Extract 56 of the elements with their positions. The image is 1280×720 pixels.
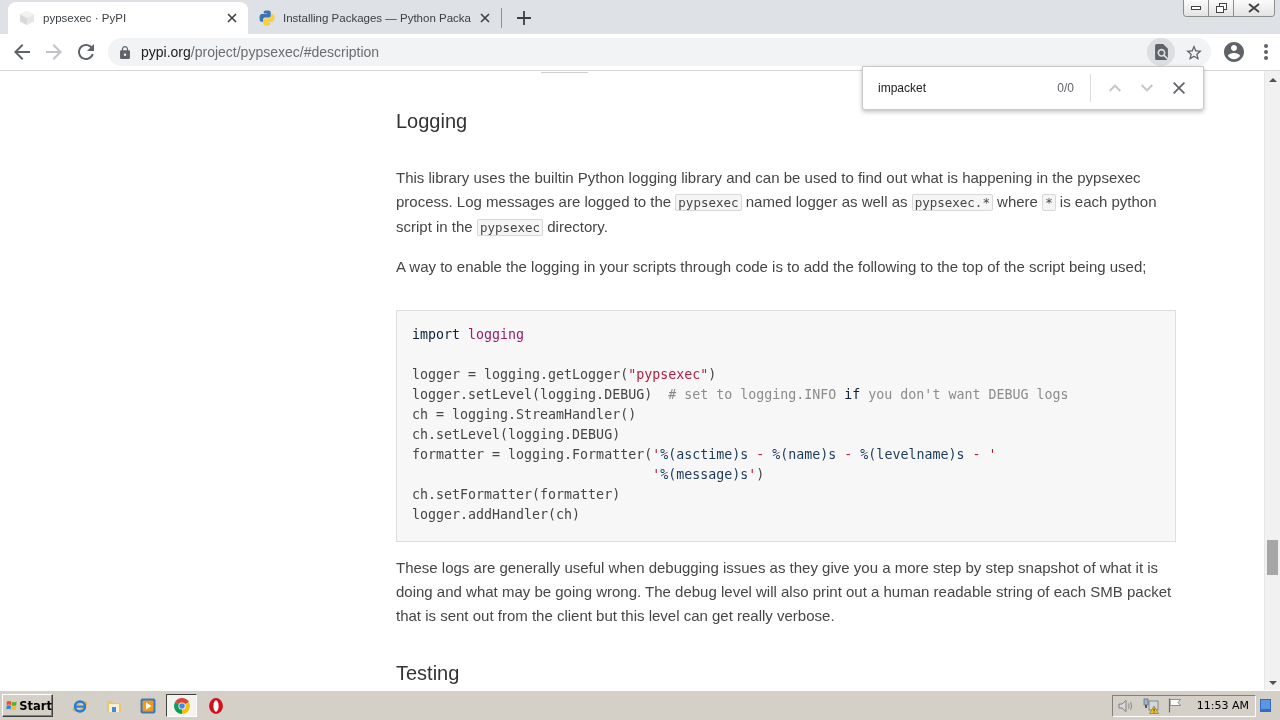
code-line: logger.addHandler(ch) [412, 506, 582, 524]
find-in-page-icon [1154, 44, 1168, 60]
close-window-button[interactable] [1234, 0, 1274, 16]
ring-logo-icon [173, 697, 190, 714]
flag-icon[interactable] [1167, 698, 1182, 713]
close-icon [479, 13, 490, 23]
code-line: '%(message)s') [651, 466, 766, 484]
section-heading: Logging [396, 109, 468, 134]
code-line: ch = logging.StreamHandler() [412, 406, 638, 424]
e-globe-icon [71, 697, 88, 714]
play-icon [139, 697, 156, 714]
plus-icon [516, 11, 531, 25]
code-line: formatter = logging.Formatter('%(asctime)s - %(name)s - %(levelname)s - ' [412, 446, 998, 464]
find-in-page-button[interactable] [1147, 38, 1175, 66]
clock: 11:53 AM [1196, 699, 1249, 712]
menu-icon [1264, 44, 1268, 60]
code-line: ch.setLevel(logging.DEBUG) [412, 426, 622, 444]
start-button[interactable]: Start [2, 694, 53, 717]
o-ring-icon [208, 697, 223, 714]
snakes-logo-icon [259, 10, 275, 26]
account-icon [1224, 42, 1244, 62]
network-warning-icon[interactable] [1142, 697, 1159, 714]
lock-icon [120, 45, 130, 59]
minimize-button[interactable] [1184, 0, 1209, 16]
paragraph: This library uses the builtin Python logging library and can be used to find out what is happening in the pypsexec process. Log messages are logged to the pypsexec named logger as well as pypsexec.* where * is each python script in the pypsexec directory. [396, 168, 1158, 238]
section-heading: Testing [396, 661, 460, 686]
paragraph: A way to enable the logging in your scripts through code is to add the following to the top of the script being used; [396, 257, 1148, 277]
scroll-up-icon[interactable] [1269, 78, 1277, 82]
minimize-icon [1191, 6, 1201, 10]
match-count: 0/0 [1057, 81, 1074, 95]
windows-flag-icon [6, 698, 18, 713]
forward-arrow-icon [46, 44, 62, 60]
close-icon [1173, 82, 1185, 94]
code-line: ch.setFormatter(formatter) [412, 486, 622, 504]
back-arrow-icon [14, 44, 30, 60]
restore-icon [1215, 3, 1227, 13]
scroll-down-icon[interactable] [1269, 681, 1277, 685]
close-icon [1248, 3, 1260, 13]
browser-tab[interactable]: Installing Packages — Python Packa [248, 2, 501, 34]
code-line: import logging [412, 326, 526, 344]
address-bar[interactable]: pypi.org/project/pypsexec/#description [108, 38, 1211, 66]
taskbar-app-button[interactable] [166, 694, 197, 717]
code-line: logger = logging.getLogger("pypsexec") [412, 366, 718, 384]
star-icon [1186, 44, 1202, 60]
code-line: logger.setLevel(logging.DEBUG) # set to logging.INFO if you don't want DEBUG logs [412, 386, 1070, 404]
browser-tab[interactable]: pypsexec · PyPI [8, 2, 248, 34]
close-icon [227, 13, 237, 23]
reload-icon [78, 44, 94, 60]
cube-icon [19, 10, 35, 26]
paragraph: These logs are generally useful when debugging issues as they give you a more step by step snapshot of what it is doing and what may be going wrong. The debug level will also print out a human readable string of each SMB packet that is sent out from the client but this level can get really verbose. [396, 558, 1173, 626]
scrollbar-thumb[interactable] [1267, 540, 1278, 575]
restore-button[interactable] [1209, 0, 1234, 16]
scrollbar-track[interactable] [1264, 71, 1280, 690]
find-field[interactable]: impacket [870, 74, 1050, 102]
chevron-up-icon [1109, 84, 1121, 92]
chevron-down-icon [1141, 84, 1153, 92]
